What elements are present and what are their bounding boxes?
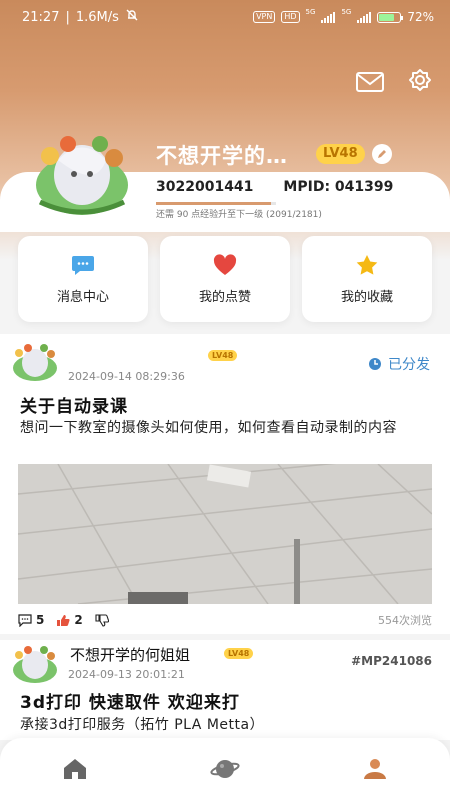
comment-count[interactable]: 5	[18, 613, 44, 627]
network-type-1: 5G	[305, 8, 316, 16]
level-badge: LV48	[316, 144, 365, 164]
xp-text: 还需 90 点经验升至下一级 (2091/2181)	[156, 210, 322, 220]
battery-percent: 72%	[407, 10, 434, 24]
nav-discover[interactable]	[195, 749, 255, 789]
post-status: 已分发	[368, 354, 430, 374]
post-body: 承接3d打印服务（拓竹 PLA Metta）	[20, 717, 265, 733]
status-divider: |	[65, 9, 70, 25]
home-icon	[64, 759, 86, 779]
nav-home[interactable]	[45, 749, 105, 789]
clock: 21:27	[22, 9, 60, 25]
post-image-ceiling-photo[interactable]	[18, 464, 432, 604]
clock-icon	[369, 358, 381, 370]
status-bar: 21:27 | 1.6M/s VPN HD 5G 5G 72%	[0, 0, 450, 34]
message-center-button[interactable]: 消息中心	[18, 236, 148, 322]
post-time: 2024-09-13 20:01:21	[68, 668, 185, 681]
vpn-icon: VPN	[253, 11, 276, 23]
post-author-name[interactable]: 不想开学的何姐姐	[70, 644, 190, 665]
profile-icon	[364, 759, 386, 779]
dislike-button[interactable]	[95, 613, 109, 627]
battery-icon	[377, 11, 404, 23]
post-stats: 5 2 554次浏览	[18, 612, 432, 628]
mp-id: MPID: 041399	[283, 179, 394, 195]
username: 不想开学的…	[156, 144, 288, 168]
like-count[interactable]: 2	[56, 613, 83, 627]
hd-icon: HD	[281, 11, 300, 23]
post-title[interactable]: 关于自动录课	[20, 392, 128, 417]
my-favorites-button[interactable]: 我的收藏	[302, 236, 432, 322]
like-count-value: 2	[74, 613, 83, 627]
post-author-avatar[interactable]	[10, 342, 60, 382]
post-title[interactable]: 3d打印 快速取件 欢迎来打	[20, 688, 240, 713]
edit-profile-icon[interactable]	[372, 144, 392, 164]
my-likes-button[interactable]: 我的点赞	[160, 236, 290, 322]
network-type-2: 5G	[341, 8, 352, 16]
chat-bubble-icon	[72, 255, 94, 275]
post-time: 2024-09-14 08:29:36	[68, 370, 185, 383]
my-favorites-label: 我的收藏	[340, 289, 393, 305]
nav-profile[interactable]	[345, 749, 405, 789]
post-tag-id: #MP241086	[351, 654, 432, 668]
view-count: 554次浏览	[378, 614, 432, 627]
user-avatar[interactable]	[28, 130, 136, 220]
thumbs-down-icon	[95, 613, 109, 627]
settings-gear-icon[interactable]	[404, 66, 436, 98]
heart-icon	[213, 253, 237, 275]
user-id: 3022001441	[156, 179, 254, 195]
user-ids: 3022001441 MPID: 041399	[156, 179, 393, 195]
message-center-label: 消息中心	[56, 289, 109, 305]
post-card[interactable]: LV48 2024-09-14 08:29:36 已分发 关于自动录课 想问一下…	[0, 334, 450, 634]
planet-icon	[210, 760, 240, 778]
header-actions	[354, 66, 436, 98]
signal-icon-1	[321, 11, 336, 23]
comment-icon	[18, 613, 32, 627]
post-author-level: LV48	[208, 350, 238, 361]
post-author-level: LV48	[224, 648, 254, 659]
signal-icon-2	[357, 11, 372, 23]
quick-actions: 消息中心 我的点赞 我的收藏	[18, 236, 432, 322]
xp-progress-bar	[156, 202, 276, 205]
my-likes-label: 我的点赞	[198, 289, 251, 305]
bottom-navigation	[0, 738, 450, 800]
post-card[interactable]: 不想开学的何姐姐 LV48 2024-09-13 20:01:21 #MP241…	[0, 640, 450, 740]
network-speed: 1.6M/s	[75, 9, 119, 25]
mail-icon[interactable]	[354, 66, 386, 98]
thumbs-up-icon	[57, 614, 70, 626]
post-status-label: 已分发	[388, 357, 430, 373]
star-icon	[356, 254, 378, 275]
silent-icon	[125, 8, 139, 26]
post-body: 想问一下教室的摄像头如何使用，如何查看自动录制的内容	[20, 420, 397, 436]
comment-count-value: 5	[36, 613, 45, 627]
post-author-avatar[interactable]	[10, 644, 60, 684]
